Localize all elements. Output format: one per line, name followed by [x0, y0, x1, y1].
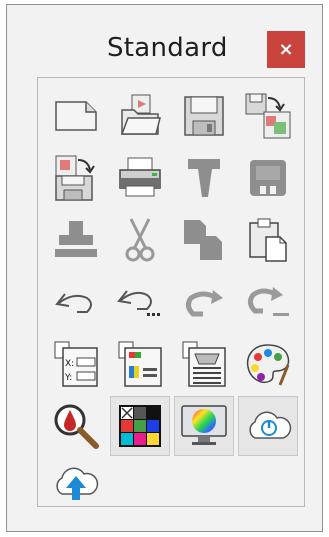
color-monitor-icon [181, 405, 227, 445]
save-as-button[interactable] [238, 86, 298, 146]
color-grid-icon [119, 405, 161, 447]
color-picker-button[interactable] [46, 396, 106, 456]
stamp-button[interactable] [46, 210, 106, 270]
unpin-button[interactable] [238, 148, 298, 208]
redo-multiple-button[interactable] [238, 272, 298, 332]
open-button[interactable] [110, 86, 170, 146]
color-form-button[interactable] [110, 334, 170, 394]
new-document-icon [55, 101, 97, 131]
paste-icon [249, 218, 287, 262]
redo-icon [185, 290, 223, 317]
pin-icon [188, 159, 220, 197]
color-palette-icon [246, 344, 290, 386]
close-button[interactable]: × [267, 31, 305, 68]
save-button[interactable] [174, 86, 234, 146]
print-button[interactable] [110, 148, 170, 208]
stack-form-button[interactable] [174, 334, 234, 394]
save-icon [184, 96, 224, 136]
cloud-upload-button[interactable] [46, 452, 106, 512]
svg-text:X:: X: [65, 359, 74, 369]
save-as-icon [245, 93, 291, 139]
redo-button[interactable] [174, 272, 234, 332]
undo-button[interactable] [46, 272, 106, 332]
undo-multiple-button[interactable] [110, 272, 170, 332]
close-icon: × [278, 39, 294, 60]
color-grid-button[interactable] [110, 396, 170, 456]
redo-multiple-icon [247, 287, 289, 316]
color-picker-magnifier-icon [54, 404, 99, 449]
xy-form-button[interactable]: X: Y: [46, 334, 106, 394]
pin-button[interactable] [174, 148, 234, 208]
stack-form-icon [182, 341, 226, 387]
paste-button[interactable] [238, 210, 298, 270]
cloud-power-icon [249, 411, 292, 439]
print-icon [119, 157, 161, 197]
toolbar-window: Standard × X: Y: [6, 4, 323, 532]
window-title: Standard [107, 33, 228, 63]
cut-button[interactable] [110, 210, 170, 270]
save-all-icon [55, 155, 95, 201]
palette-button[interactable] [238, 334, 298, 394]
cut-icon [125, 218, 155, 262]
save-all-button[interactable] [46, 148, 106, 208]
toolbar-panel: X: Y: [37, 77, 305, 507]
svg-text:Y:: Y: [64, 373, 72, 383]
color-monitor-button[interactable] [174, 396, 234, 456]
stamp-icon [55, 221, 97, 257]
color-form-icon [118, 341, 162, 387]
unpin-icon [250, 160, 286, 196]
open-folder-icon [120, 94, 161, 135]
new-document-button[interactable] [46, 86, 106, 146]
copy-button[interactable] [174, 210, 234, 270]
cloud-power-button[interactable] [238, 396, 298, 456]
xy-form-icon: X: Y: [54, 341, 98, 387]
undo-multiple-icon [117, 290, 160, 316]
copy-icon [184, 220, 222, 260]
cloud-upload-icon [56, 467, 99, 500]
undo-icon [55, 293, 92, 313]
